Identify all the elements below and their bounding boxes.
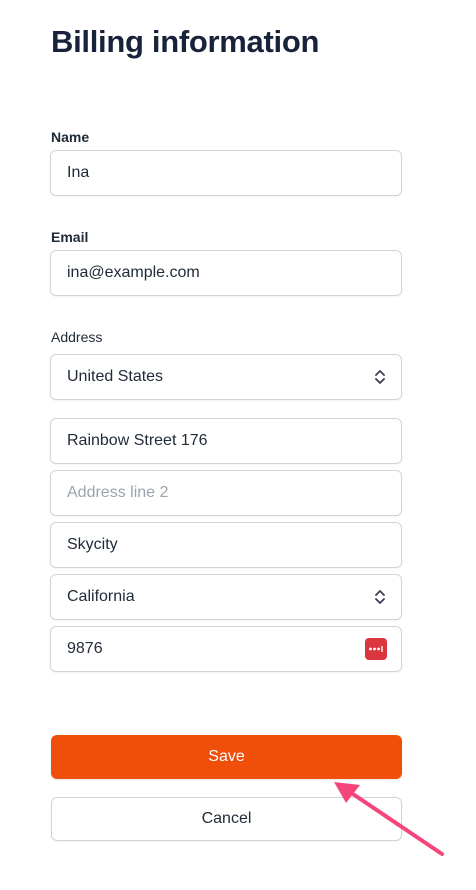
zip-input[interactable] [67,640,365,658]
pink-arrow-icon [334,782,444,856]
state-value: California [67,588,135,605]
country-value: United States [67,368,164,385]
address-line2-field[interactable] [50,470,402,516]
password-manager-icon[interactable] [365,638,387,660]
name-field[interactable] [50,150,402,196]
page-title: Billing information [51,24,320,59]
state-select[interactable]: California [50,574,402,620]
name-label: Name [51,129,90,145]
email-input[interactable] [67,264,387,282]
country-select[interactable]: United States [50,354,402,400]
email-field[interactable] [50,250,402,296]
address-line2-input[interactable] [67,484,387,502]
email-label: Email [51,229,89,245]
billing-page: Billing information Name Email Address U… [0,0,476,890]
save-button[interactable]: Save [51,735,402,779]
address-label: Address [51,329,103,345]
zip-field[interactable] [50,626,402,672]
address-line1-input[interactable] [67,432,387,450]
city-field[interactable] [50,522,402,568]
chevron-up-down-icon [373,588,387,606]
address-line1-field[interactable] [50,418,402,464]
chevron-up-down-icon [373,368,387,386]
name-input[interactable] [67,164,387,182]
city-input[interactable] [67,536,387,554]
